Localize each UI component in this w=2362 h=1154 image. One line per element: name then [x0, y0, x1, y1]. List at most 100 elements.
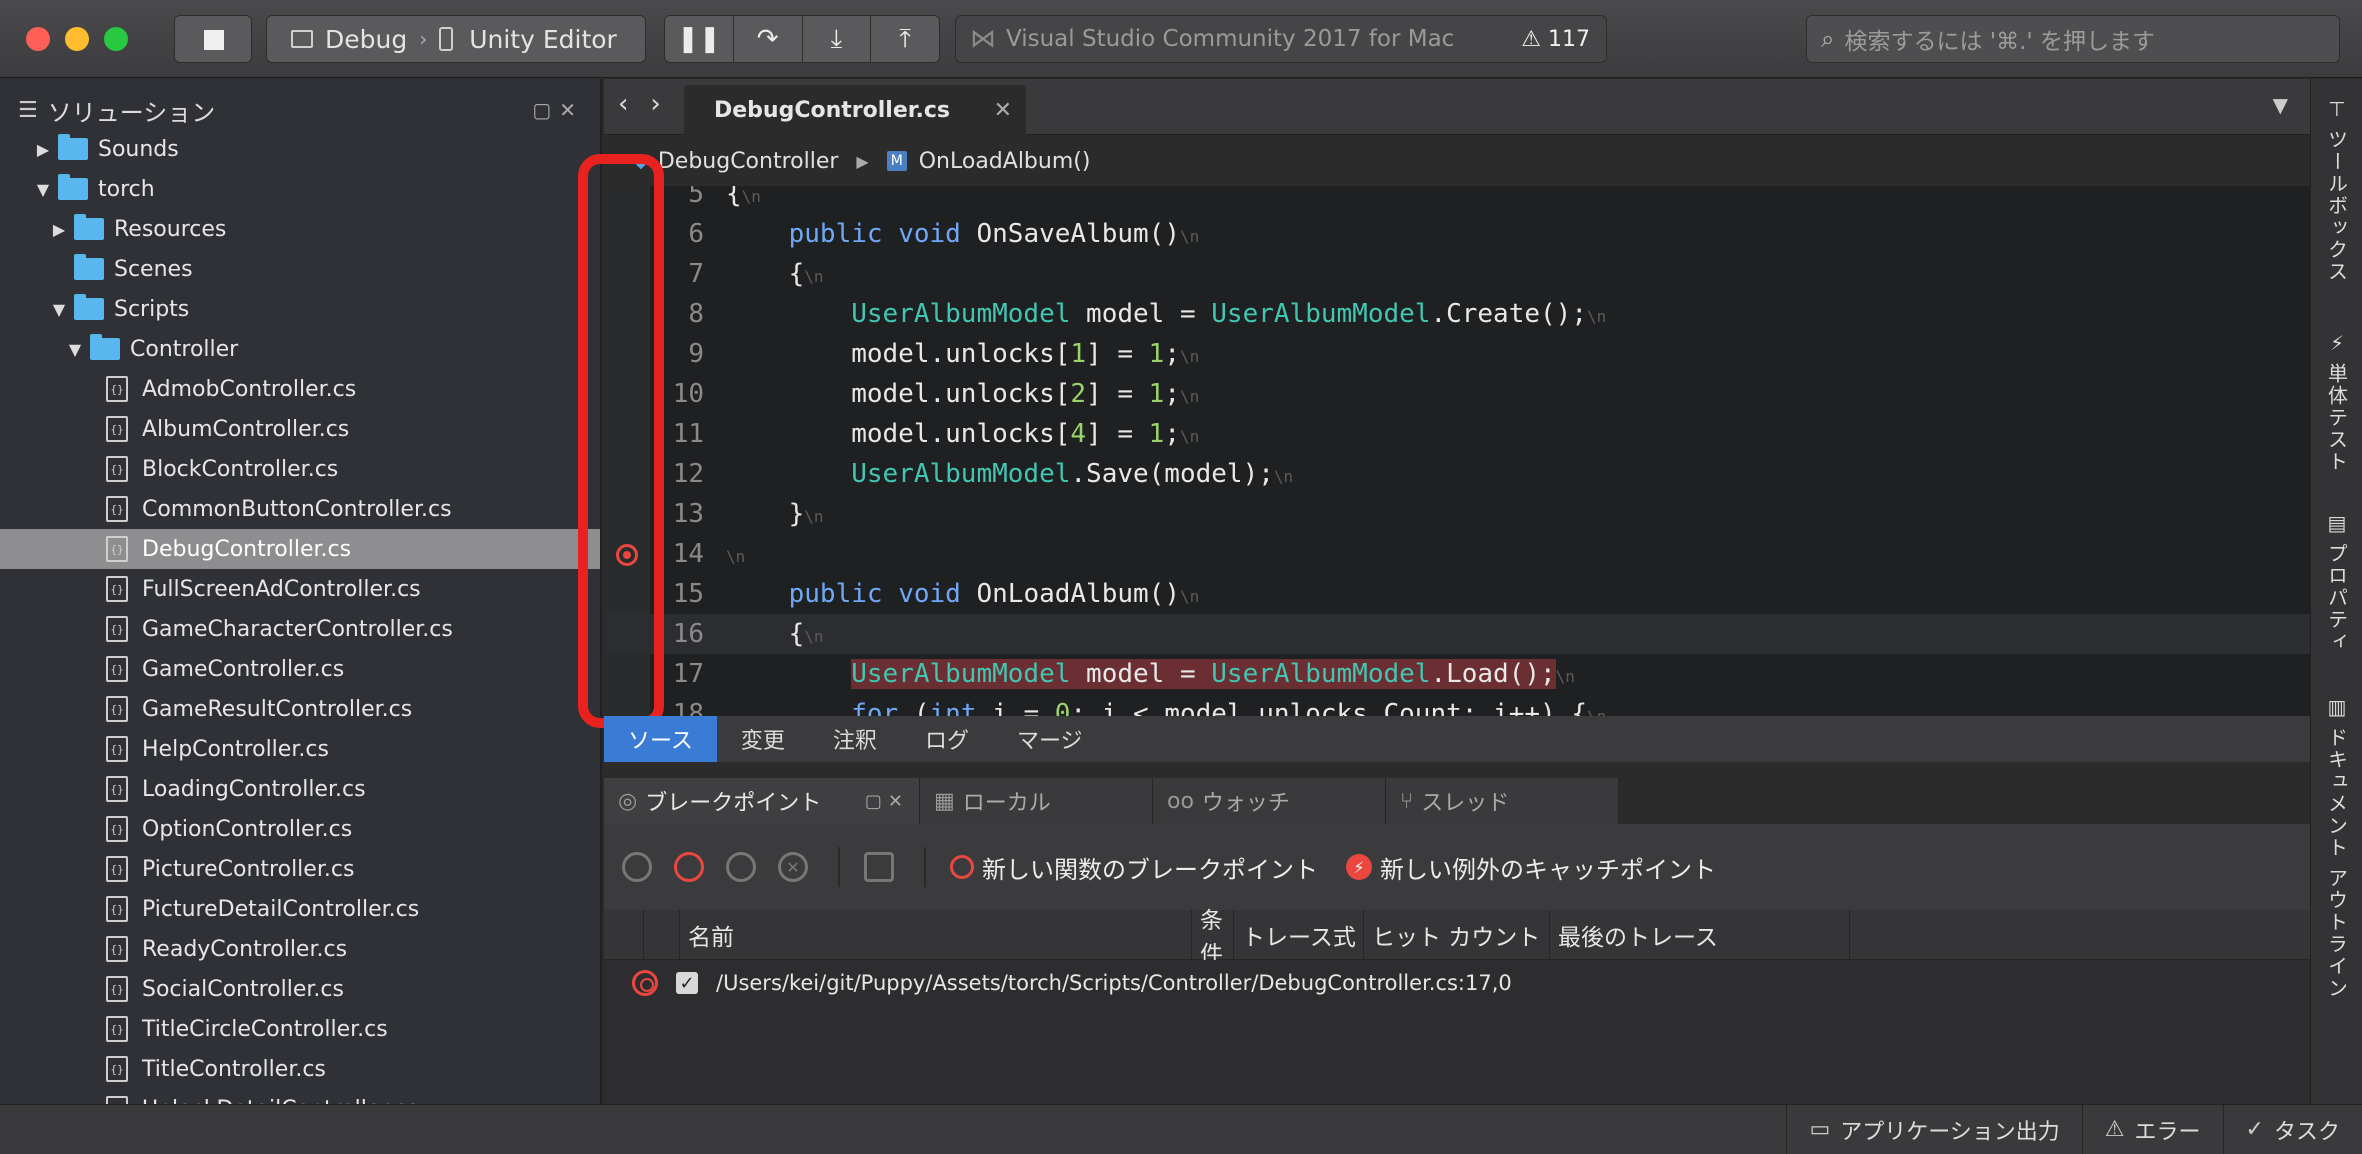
- tree-file[interactable]: {} TitleController.cs: [0, 1049, 600, 1089]
- run-configuration-selector[interactable]: Debug › Unity Editor: [266, 15, 646, 63]
- tree-file[interactable]: {} GameCharacterController.cs: [0, 609, 600, 649]
- editor-bottom-tab[interactable]: マージ: [993, 716, 1107, 762]
- close-tab-icon[interactable]: ✕: [994, 98, 1012, 123]
- editor-bottom-tab[interactable]: 注釈: [809, 716, 901, 762]
- tree-file[interactable]: {} OptionController.cs: [0, 809, 600, 849]
- tab-list-dropdown-icon[interactable]: ▼: [2273, 93, 2288, 117]
- tree-file[interactable]: {} HelpController.cs: [0, 729, 600, 769]
- warning-count-badge[interactable]: ⚠ 117: [1521, 27, 1590, 52]
- tree-file[interactable]: {} TitleCircleController.cs: [0, 1009, 600, 1049]
- code-line[interactable]: 16 {\n: [604, 614, 2310, 654]
- step-into-button[interactable]: ⤓: [803, 16, 872, 62]
- navigate-back-forward[interactable]: ‹›: [618, 89, 683, 119]
- step-out-button[interactable]: ⤒: [871, 16, 939, 62]
- code-line[interactable]: 14 \n: [604, 534, 2310, 574]
- new-exception-catchpoint-button[interactable]: ⚡ 新しい例外のキャッチポイント: [1346, 850, 1716, 885]
- tree-file[interactable]: {} DebugController.cs: [0, 529, 600, 569]
- stop-button[interactable]: [174, 15, 252, 63]
- properties-icon[interactable]: [864, 852, 894, 882]
- code-line[interactable]: 17 UserAlbumModel model = UserAlbumModel…: [604, 654, 2310, 694]
- tree-file[interactable]: {} PictureDetailController.cs: [0, 889, 600, 929]
- code-line[interactable]: 8 UserAlbumModel model = UserAlbumModel.…: [604, 294, 2310, 334]
- clear-all-icon[interactable]: ✕: [778, 852, 808, 882]
- tasks-button[interactable]: ✓ タスク: [2222, 1104, 2362, 1154]
- tree-item-label: Scripts: [114, 296, 190, 322]
- tree-file[interactable]: {} LoadingController.cs: [0, 769, 600, 809]
- tree-file[interactable]: {} PictureController.cs: [0, 849, 600, 889]
- tab-watch[interactable]: oo ウォッチ: [1153, 778, 1386, 824]
- tree-item-label: UnlockDetailController.cs: [142, 1097, 418, 1105]
- new-breakpoint-icon[interactable]: [622, 852, 652, 882]
- pad-controls[interactable]: ▢✕: [865, 791, 909, 812]
- tree-folder[interactable]: Scenes: [0, 249, 600, 289]
- errors-button[interactable]: ⚠ エラー: [2081, 1104, 2223, 1154]
- tree-folder[interactable]: ▼ Scripts: [0, 289, 600, 329]
- expand-down-icon[interactable]: ▼: [50, 300, 68, 319]
- tree-folder[interactable]: ▶ Resources: [0, 209, 600, 249]
- col-name[interactable]: 名前: [680, 910, 1192, 959]
- breadcrumb-class[interactable]: DebugController: [658, 149, 839, 174]
- expand-right-icon[interactable]: ▶: [34, 140, 52, 159]
- code-line[interactable]: 5 {\n: [604, 186, 2310, 214]
- pane-controls[interactable]: ▢✕: [532, 98, 584, 122]
- toolbox-icon: ⊤: [2328, 97, 2346, 121]
- col-trace-expression[interactable]: トレース式: [1234, 910, 1364, 959]
- tree-file[interactable]: {} UnlockDetailController.cs: [0, 1089, 600, 1104]
- remove-breakpoint-icon[interactable]: [674, 852, 704, 882]
- col-condition[interactable]: 条件: [1192, 908, 1234, 968]
- tree-folder[interactable]: ▶ Sounds: [0, 129, 600, 169]
- breakpoint-enabled-checkbox[interactable]: ✓: [676, 972, 698, 994]
- zoom-window-button[interactable]: [104, 27, 128, 51]
- code-line[interactable]: 11 model.unlocks[4] = 1;\n: [604, 414, 2310, 454]
- code-line[interactable]: 18 for (int i = 0; i < model.unlocks.Cou…: [604, 694, 2310, 716]
- expand-down-icon[interactable]: ▼: [66, 340, 84, 359]
- table-row[interactable]: ✓ /Users/kei/git/Puppy/Assets/torch/Scri…: [604, 960, 2310, 1006]
- editor-bottom-tab[interactable]: ソース: [604, 716, 717, 762]
- col-last-trace[interactable]: 最後のトレース: [1550, 910, 1850, 959]
- tree-file[interactable]: {} GameController.cs: [0, 649, 600, 689]
- code-line[interactable]: 12 UserAlbumModel.Save(model);\n: [604, 454, 2310, 494]
- tree-file[interactable]: {} FullScreenAdController.cs: [0, 569, 600, 609]
- code-line[interactable]: 15 public void OnLoadAlbum()\n: [604, 574, 2310, 614]
- editor-bottom-tab[interactable]: 変更: [717, 716, 809, 762]
- tree-file[interactable]: {} AdmobController.cs: [0, 369, 600, 409]
- search-input[interactable]: ⌕ 検索するには '⌘.' を押します: [1806, 15, 2340, 63]
- step-over-button[interactable]: ↷: [734, 16, 803, 62]
- rail-unit-tests[interactable]: ⚡ 単体テスト: [2311, 331, 2362, 473]
- expand-down-icon[interactable]: ▼: [34, 180, 52, 199]
- tree-file[interactable]: {} BlockController.cs: [0, 449, 600, 489]
- tab-threads[interactable]: ⑂ スレッド: [1386, 778, 1619, 824]
- config-label: Debug: [325, 24, 408, 54]
- code-line[interactable]: 9 model.unlocks[1] = 1;\n: [604, 334, 2310, 374]
- code-line[interactable]: 10 model.unlocks[2] = 1;\n: [604, 374, 2310, 414]
- pause-button[interactable]: ❚❚: [665, 16, 734, 62]
- new-function-breakpoint-button[interactable]: 新しい関数のブレークポイント: [950, 850, 1318, 885]
- code-line[interactable]: 13 }\n: [604, 494, 2310, 534]
- rail-properties[interactable]: ▤ プロパティ: [2311, 511, 2362, 653]
- tree-file[interactable]: {} SocialController.cs: [0, 969, 600, 1009]
- application-output-button[interactable]: ▭ アプリケーション出力: [1786, 1104, 2081, 1154]
- enable-disable-all-icon[interactable]: [726, 852, 756, 882]
- code-line[interactable]: 7 {\n: [604, 254, 2310, 294]
- editor-bottom-tab[interactable]: ログ: [901, 716, 993, 762]
- tree-file[interactable]: {} GameResultController.cs: [0, 689, 600, 729]
- code-token: ] =: [1086, 379, 1149, 409]
- col-hit-count[interactable]: ヒット カウント: [1364, 910, 1550, 959]
- rail-document-outline[interactable]: ▥ ドキュメント アウトライン: [2311, 695, 2362, 999]
- tree-folder[interactable]: ▼ Controller: [0, 329, 600, 369]
- minimize-window-button[interactable]: [65, 27, 89, 51]
- close-window-button[interactable]: [26, 27, 50, 51]
- code-token: model.unlocks[: [726, 339, 1071, 369]
- tab-breakpoints[interactable]: ◎ ブレークポイント ▢✕: [604, 778, 920, 824]
- tree-file[interactable]: {} AlbumController.cs: [0, 409, 600, 449]
- tab-debugcontroller[interactable]: DebugController.cs ✕: [684, 85, 1026, 135]
- tree-folder[interactable]: ▼ torch: [0, 169, 600, 209]
- code-line[interactable]: 6 public void OnSaveAlbum()\n: [604, 214, 2310, 254]
- rail-toolbox[interactable]: ⊤ ツールボックス: [2311, 97, 2362, 283]
- tree-file[interactable]: {} ReadyController.cs: [0, 929, 600, 969]
- breadcrumb-method[interactable]: OnLoadAlbum(): [919, 149, 1091, 174]
- tab-locals[interactable]: ▦ ローカル: [920, 778, 1153, 824]
- tree-file[interactable]: {} CommonButtonController.cs: [0, 489, 600, 529]
- code-editor[interactable]: 5 {\n 6 public void OnSaveAlbum()\n 7 {\n 8 …: [604, 186, 2310, 716]
- expand-right-icon[interactable]: ▶: [50, 220, 68, 239]
